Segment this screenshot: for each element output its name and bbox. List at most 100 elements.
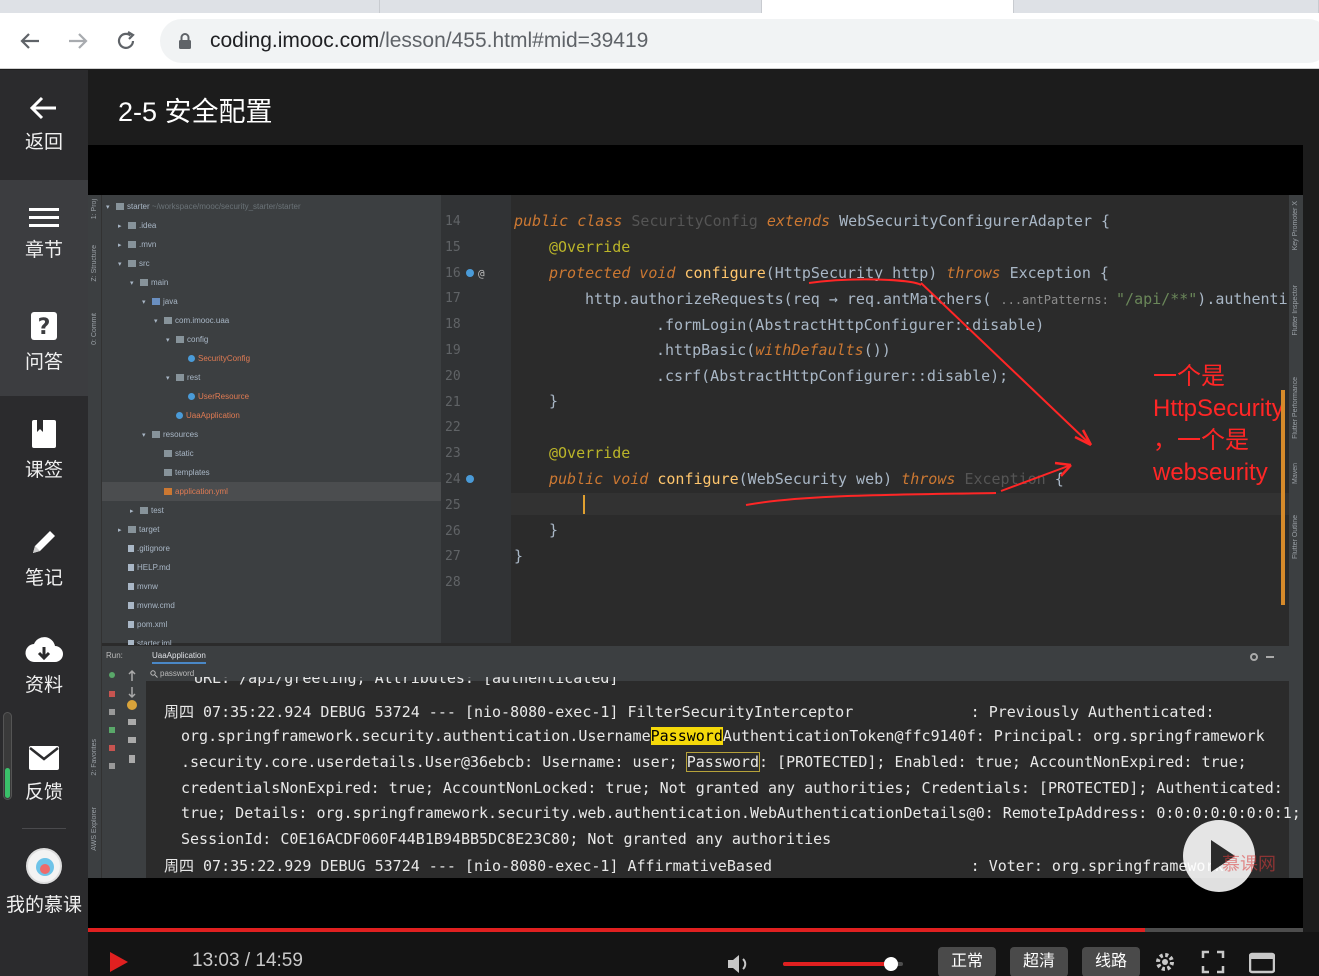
route-button[interactable]: 线路 <box>1082 947 1140 976</box>
lesson-sidebar: 返回 章节 ? 问答 课签 笔记 资料 反馈 我的慕课 <box>0 70 88 976</box>
fullscreen-icon[interactable] <box>1201 950 1225 974</box>
project-tree-item[interactable]: pom.xml <box>102 615 441 634</box>
video-player[interactable]: 1: Proj Z: Structure 0: Commit 2: Favori… <box>88 145 1303 929</box>
browser-tab[interactable] <box>380 0 762 13</box>
project-tree-label: main <box>151 278 169 287</box>
project-tree-label: HELP.md <box>137 563 171 572</box>
volume-slider[interactable] <box>783 957 903 971</box>
browser-tab[interactable] <box>0 0 380 13</box>
sidebar-item-materials[interactable]: 资料 <box>0 612 88 720</box>
console-tools <box>102 667 146 878</box>
project-tree-item[interactable]: mvnw.cmd <box>102 596 441 615</box>
player-controls: 13:03 / 14:59 正常 超清 线路 <box>88 932 1319 976</box>
tree-expand-icon[interactable]: ▾ <box>166 369 176 388</box>
sidebar-item-my-imooc[interactable]: 我的慕课 <box>0 828 88 936</box>
browser-tab[interactable] <box>1014 0 1319 13</box>
quality-normal-button[interactable]: 正常 <box>938 947 996 976</box>
tree-expand-icon[interactable]: ▾ <box>118 255 128 274</box>
project-tree-label: application.yml <box>175 487 228 496</box>
project-tree-item[interactable]: templates <box>102 463 441 482</box>
annotation-strokes <box>745 278 1093 506</box>
underline-httpsecurity <box>808 278 922 286</box>
tree-expand-icon[interactable]: ▾ <box>142 426 152 445</box>
sidebar-item-label: 反馈 <box>24 781 63 803</box>
project-tree-item[interactable]: ▸ .idea <box>102 216 441 235</box>
widescreen-icon[interactable] <box>1249 952 1275 974</box>
code-editor[interactable]: @ 14 15 16 17 18 19 20 21 22 23 24 25 26 27 28 public … <box>441 195 1303 643</box>
sidebar-item-notes[interactable]: 笔记 <box>0 504 88 612</box>
tree-expand-icon[interactable]: ▾ <box>142 293 152 312</box>
tree-expand-icon[interactable]: ▾ <box>154 312 164 331</box>
settings-icon[interactable] <box>1249 652 1259 662</box>
project-tree-item[interactable]: ▾ rest <box>102 368 441 387</box>
search-match-highlight: Password <box>650 727 723 745</box>
volume-icon[interactable] <box>726 953 752 975</box>
project-tree-item[interactable]: static <box>102 444 441 463</box>
forward-button[interactable] <box>62 25 94 57</box>
project-tree-item[interactable]: UserResource <box>102 387 441 406</box>
folder-icon <box>128 222 136 230</box>
tool-strip-label: 2: Favorites <box>91 739 98 776</box>
lock-icon <box>179 33 191 49</box>
tree-expand-icon[interactable]: ▸ <box>118 521 128 540</box>
project-tree-item[interactable]: application.yml <box>102 482 441 501</box>
tree-expand-icon[interactable]: ▸ <box>118 236 128 255</box>
play-button[interactable] <box>108 950 130 974</box>
project-tree-label: java <box>163 297 178 306</box>
project-tree-item[interactable]: SecurityConfig <box>102 349 441 368</box>
project-tree-item[interactable]: UaaApplication <box>102 406 441 425</box>
reload-button[interactable] <box>110 25 142 57</box>
console-line: 周四 07:35:22.924 DEBUG 53724 --- [nio-808… <box>164 703 1215 721</box>
mail-icon <box>29 745 59 770</box>
project-tree-item[interactable]: ▾ starter ~/workspace/mooc/security_start… <box>102 197 441 216</box>
gear-icon[interactable] <box>1153 950 1177 974</box>
sidebar-item-chapters[interactable]: 章节 <box>0 180 88 288</box>
project-tree-item[interactable]: ▸ test <box>102 501 441 520</box>
project-tree-item[interactable]: ▸ .mvn <box>102 235 441 254</box>
volume-knob[interactable] <box>884 957 898 971</box>
sidebar-item-tags[interactable]: 课签 <box>0 396 88 504</box>
tree-expand-icon[interactable]: ▾ <box>166 331 176 350</box>
project-tree-item[interactable]: ▾ config <box>102 330 441 349</box>
minimize-icon[interactable] <box>1265 652 1275 662</box>
tree-expand-icon[interactable]: ▸ <box>130 502 140 521</box>
tree-expand-icon[interactable]: ▾ <box>106 198 116 217</box>
address-bar[interactable]: coding.imooc.com/lesson/455.html#mid=394… <box>160 19 1319 63</box>
project-tree-label: .idea <box>139 221 157 230</box>
project-tree-label: .gitignore <box>137 544 170 553</box>
file-icon <box>128 602 134 610</box>
project-tree-item[interactable]: ▾ resources <box>102 425 441 444</box>
project-tree-label: mvnw <box>137 582 158 591</box>
file-icon <box>128 564 134 572</box>
browser-tab-active[interactable] <box>762 0 1014 13</box>
sidebar-item-qa[interactable]: ? 问答 <box>0 288 88 396</box>
quality-hd-button[interactable]: 超清 <box>1010 947 1068 976</box>
back-icon <box>20 33 39 49</box>
console-text: .security.core.userdetails.User@36ebcb: … <box>181 753 687 771</box>
project-tree: ▾ starter ~/workspace/mooc/security_start… <box>102 195 441 648</box>
editor-scrollbar-marker[interactable] <box>1281 390 1285 605</box>
sidebar-item-label: 资料 <box>24 674 63 696</box>
folder-icon <box>176 336 184 344</box>
folder-icon <box>164 450 172 458</box>
project-tree-item[interactable]: ▾ java <box>102 292 441 311</box>
tree-expand-icon[interactable]: ▸ <box>118 217 128 236</box>
file-icon <box>128 545 134 553</box>
project-tree-item[interactable]: .gitignore <box>102 539 441 558</box>
project-tree-item[interactable]: ▾ src <box>102 254 441 273</box>
project-tree-item[interactable]: ▸ target <box>102 520 441 539</box>
run-console[interactable]: password URL: /api/greeting; Attributes:… <box>102 667 1301 878</box>
sidebar-item-back[interactable]: 返回 <box>0 70 88 178</box>
project-tree-item[interactable]: ▾ main <box>102 273 441 292</box>
back-button[interactable] <box>14 25 46 57</box>
project-tree-label: com.imooc.uaa <box>175 316 230 325</box>
url-path: /lesson/455.html#mid=39419 <box>379 29 649 52</box>
page-title: 2-5 安全配置 <box>118 97 273 127</box>
project-tree-item[interactable]: HELP.md <box>102 558 441 577</box>
project-tree-item[interactable]: ▾ com.imooc.uaa <box>102 311 441 330</box>
sidebar-item-feedback[interactable]: 反馈 <box>0 720 88 828</box>
project-tree-item[interactable]: mvnw <box>102 577 441 596</box>
svg-text:?: ? <box>38 315 51 340</box>
run-tab-uaa-application[interactable]: UaaApplication <box>152 651 206 664</box>
tree-expand-icon[interactable]: ▾ <box>130 274 140 293</box>
